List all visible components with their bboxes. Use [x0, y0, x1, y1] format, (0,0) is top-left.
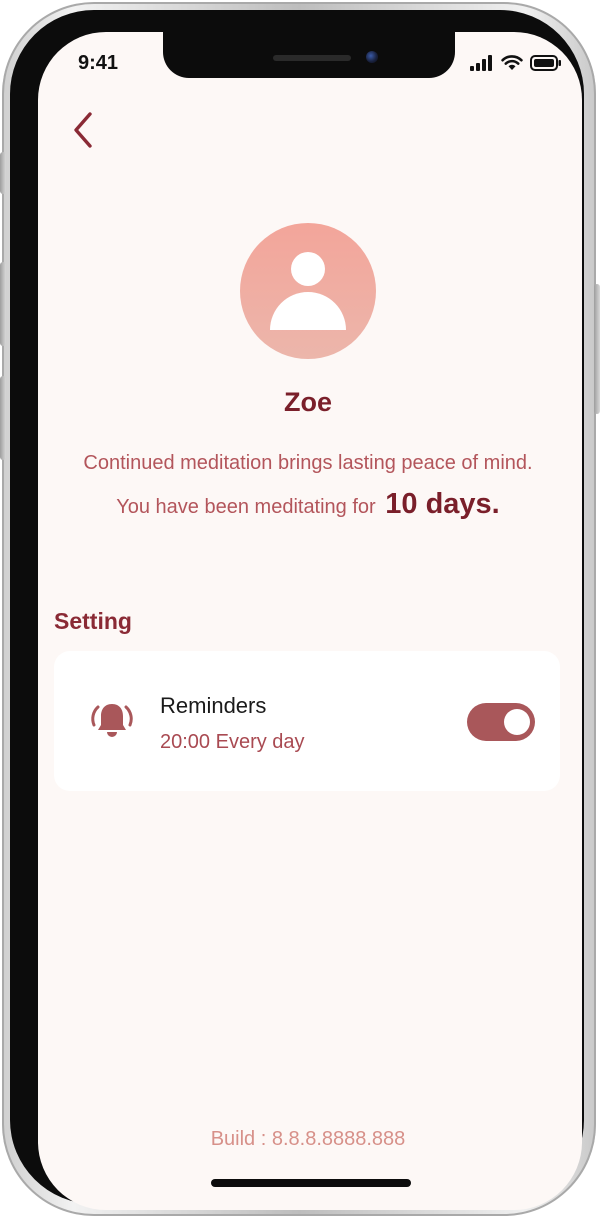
user-avatar-icon	[291, 252, 325, 286]
status-icons	[470, 54, 562, 72]
mute-switch	[0, 152, 6, 194]
chevron-left-icon	[74, 112, 92, 148]
reminders-card: Reminders 20:00 Every day	[54, 651, 560, 791]
back-button[interactable]	[68, 110, 104, 150]
reminders-toggle[interactable]	[467, 703, 535, 741]
speaker-grille	[273, 55, 351, 61]
app-screen: 9:41 Zoe Continued meditation brings las…	[38, 32, 582, 1210]
front-camera	[366, 51, 378, 63]
wifi-icon	[501, 55, 523, 70]
user-avatar-body	[270, 292, 346, 330]
notch	[163, 32, 455, 78]
reminders-title: Reminders	[160, 693, 267, 718]
user-name: Zoe	[283, 387, 332, 417]
home-indicator[interactable]	[211, 1179, 411, 1187]
phone-body: 9:41 Zoe Continued meditation brings las…	[10, 10, 584, 1210]
streak-days: 10 days.	[385, 488, 500, 520]
streak-prefix: You have been meditating for	[116, 496, 376, 518]
battery-icon	[530, 55, 561, 71]
user-avatar[interactable]	[240, 223, 376, 359]
build-version: Build : 8.8.8.8888.888	[210, 1128, 406, 1150]
toggle-knob	[504, 709, 530, 735]
volume-down-button	[0, 376, 6, 460]
status-time: 9:41	[78, 52, 119, 74]
power-button	[594, 284, 600, 414]
reminders-schedule[interactable]: 20:00 Every day	[160, 731, 305, 754]
bell-ringing-icon	[91, 704, 133, 737]
meditation-streak: You have been meditating for 10 days.	[38, 484, 578, 527]
settings-section-title: Setting	[54, 608, 132, 634]
volume-up-button	[0, 262, 6, 346]
meditation-quote: Continued meditation brings lasting peac…	[83, 452, 533, 474]
cellular-signal-icon	[470, 55, 492, 71]
